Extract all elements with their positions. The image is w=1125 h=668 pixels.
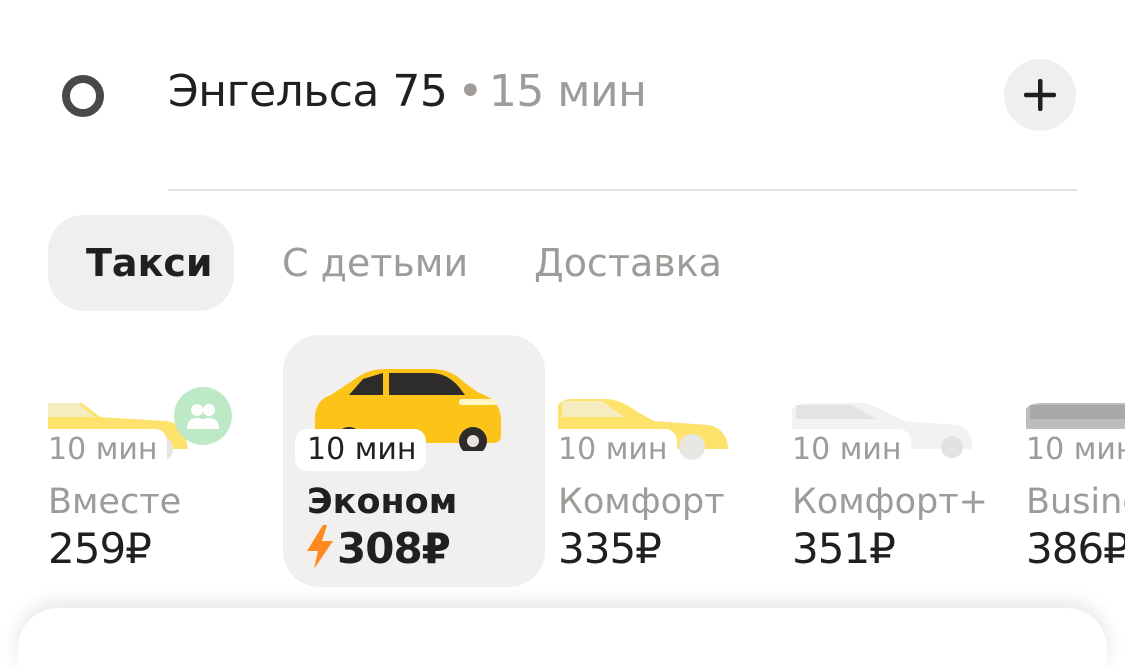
tariff-price-row: 308₽ [307,523,451,575]
tariff-name: Вместе [48,482,182,522]
tariff-card-econom[interactable]: 10 мин Эконом 308₽ [283,335,545,587]
destination-point-icon [62,75,104,117]
tariff-price: 351₽ [792,524,896,573]
plus-icon [1024,79,1056,111]
tariff-name: Комфорт [558,482,725,522]
lightning-icon [307,525,333,569]
tariff-name: Busine [1026,482,1125,522]
tariff-card-vmeste[interactable]: 10 мин Вместе 259₽ [0,335,260,587]
group-badge [174,387,232,445]
destination-eta: 15 мин [488,66,647,117]
tariff-eta: 10 мин [780,429,912,471]
tab-delivery[interactable]: Доставка [534,215,722,311]
divider [168,189,1077,191]
tab-with-kids[interactable]: С детьми [282,215,468,311]
group-icon [187,404,219,429]
destination-text[interactable]: Энгельса 75 • 15 мин [168,62,647,122]
tariff-price: 386₽ [1026,524,1125,573]
tariff-eta: 10 мин [1014,429,1125,471]
destination-row[interactable]: Энгельса 75 • 15 мин [0,0,1125,190]
bottom-sheet[interactable] [18,608,1107,668]
destination-address: Энгельса 75 [168,66,448,117]
tariff-list: 10 мин Вместе 259₽ 10 мин Эконом 308₽ 10… [0,335,1125,595]
tariff-eta: 10 мин [546,429,678,471]
tariff-eta: 10 мин [36,429,168,471]
tariff-price: 335₽ [558,524,662,573]
add-stop-button[interactable] [1004,59,1076,131]
tariff-eta: 10 мин [295,429,427,471]
destination-separator: • [457,66,483,117]
tariff-card-comfort[interactable]: 10 мин Комфорт 335₽ [546,335,808,587]
tariff-card-comfort-plus[interactable]: 10 мин Комфорт+ 351₽ [780,335,1042,587]
tab-taxi[interactable]: Такси [48,215,234,311]
tariff-name: Комфорт+ [792,482,988,522]
tariff-card-business[interactable]: 10 мин Busine 386₽ [1014,335,1125,587]
tariff-price: 308₽ [337,524,451,573]
tariff-price: 259₽ [48,524,152,573]
tariff-name: Эконом [307,482,458,522]
